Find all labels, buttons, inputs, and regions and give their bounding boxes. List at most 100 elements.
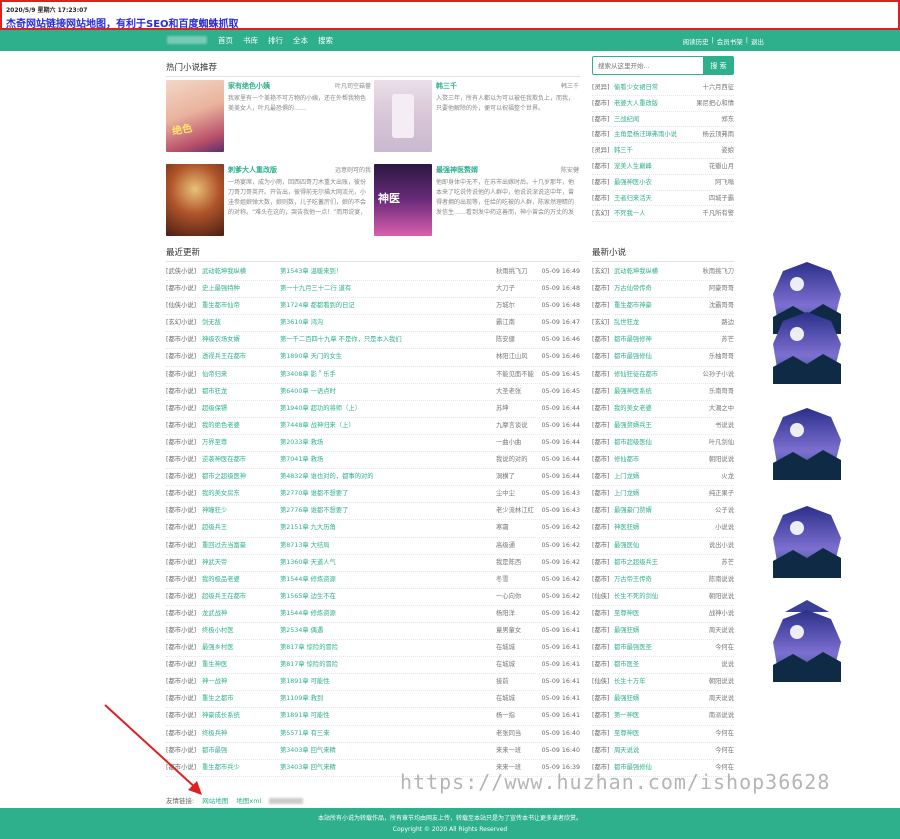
bookshelf-link[interactable]: 会员书架: [717, 36, 743, 46]
list-item[interactable]: [都市] 都市之超级兵王 苏芒: [592, 555, 734, 572]
table-row[interactable]: [都市小说] 终极小村医 第2534章 偶遇 童男童女 05-09 16:41: [166, 623, 580, 641]
row-title[interactable]: 我的美女房东: [202, 486, 278, 502]
list-item[interactable]: [都市] 主角是杨汪璋弗雨小说 杨云顶弗雨: [592, 127, 734, 144]
list-item[interactable]: [都市] 神医狂婿 小说说: [592, 520, 734, 538]
row-title[interactable]: 仙帝归来: [202, 367, 278, 383]
table-row[interactable]: [都市小说] 终极兵神 第5571章 有三来 老张同当 05-09 16:40: [166, 726, 580, 743]
row-title[interactable]: 神瞳狂少: [202, 503, 278, 519]
list-item[interactable]: [都市] 修仙都市 朝阳说说: [592, 452, 734, 470]
item-title[interactable]: 王者归来活天: [614, 191, 694, 206]
row-chapter[interactable]: 第1544章 修炼资源: [280, 606, 490, 622]
book-title[interactable]: 韩三千: [436, 81, 457, 91]
item-title[interactable]: 不死我一人: [614, 206, 694, 221]
list-item[interactable]: [仙侠] 长生十万年 朝阳说说: [592, 674, 734, 692]
list-item[interactable]: [都市] 重生都市神豪 沈霸哥哥: [592, 298, 734, 316]
table-row[interactable]: [都市小说] 我的美女房东 第2770章 谁都不想要了 尘中尘 05-09 16:43: [166, 486, 580, 504]
item-title[interactable]: 最强狂婿: [614, 623, 690, 639]
row-title[interactable]: 神豪成长系统: [202, 708, 278, 724]
item-title[interactable]: 最强狂婿: [614, 691, 690, 707]
row-chapter[interactable]: 第7041章 救场: [280, 452, 490, 468]
nav-complete[interactable]: 全本: [293, 35, 308, 46]
table-row[interactable]: [都市小说] 逆袭神医在都市 第7041章 救场 我说的对的 05-09 16:44: [166, 452, 580, 470]
nav-home[interactable]: 首页: [218, 35, 233, 46]
item-title[interactable]: 长生十万年: [614, 674, 690, 690]
row-title[interactable]: 神级农场女婿: [202, 332, 278, 348]
row-chapter[interactable]: 第1940章 超功的将师（上）: [280, 401, 490, 417]
list-item[interactable]: [都市] 最强神医小农 阿飞嗡: [592, 175, 734, 191]
row-title[interactable]: 透视兵王在都市: [202, 349, 278, 365]
hot-item[interactable]: 韩三千 韩三千 入赘三年，所有人都以为可以被任我欺负上，而我，只要他解除的外，便…: [374, 78, 579, 152]
logout-link[interactable]: 退出: [751, 36, 764, 46]
item-title[interactable]: 老婆大人重改版: [614, 96, 694, 111]
item-title[interactable]: 都市最强修神: [614, 332, 690, 348]
table-row[interactable]: [都市小说] 神武天帝 第1360章 天道人气 我是陈西 05-09 16:42: [166, 555, 580, 572]
item-title[interactable]: 长生不死的剑仙: [614, 589, 690, 605]
list-item[interactable]: [玄幻] 不死我一人 千凡所有警: [592, 206, 734, 223]
item-title[interactable]: 修仙狂徒在都市: [614, 367, 690, 383]
item-title[interactable]: 万古仙帝传奇: [614, 281, 690, 297]
item-title[interactable]: 至尊神医: [614, 726, 690, 742]
row-chapter[interactable]: 第4832章 谁也对的，都事的对的: [280, 469, 490, 485]
row-title[interactable]: 我的极品老婆: [202, 572, 278, 588]
row-chapter[interactable]: 第6400章 一语点时: [280, 384, 490, 400]
sitemap-xml-link[interactable]: 地图xml: [236, 797, 261, 805]
item-title[interactable]: 上门龙婿: [614, 486, 690, 502]
list-item[interactable]: [都市] 最强赘婿兵王 书说说: [592, 418, 734, 435]
list-item[interactable]: [都市] 上门龙婿 火龙: [592, 469, 734, 487]
list-item[interactable]: [都市] 老婆大人重改版 果尼把心和情: [592, 96, 734, 112]
list-item[interactable]: [都市] 至尊神医 战神小说: [592, 606, 734, 623]
site-logo[interactable]: [167, 36, 207, 44]
list-item[interactable]: [玄幻] 武动乾坤我纵横 秋雨挑飞刀: [592, 264, 734, 282]
table-row[interactable]: [都市小说] 透视兵王在都市 第1890章 天门的女生 林阳江山风 05-09 16:4…: [166, 349, 580, 367]
book-cover[interactable]: 绝色: [166, 80, 224, 152]
item-title[interactable]: 都市最强医圣: [614, 640, 690, 656]
table-row[interactable]: [都市小说] 我的极品老婆 第1544章 修炼资源 冬雪 05-09 16:42: [166, 572, 580, 589]
table-row[interactable]: [都市小说] 重生神医 第817章 惊险的冒险 在城城 05-09 16:41: [166, 657, 580, 675]
row-title[interactable]: 重生都市兵少: [202, 760, 278, 776]
table-row[interactable]: [都市小说] 都市最强 第3403章 回气来精 来来一班 05-09 16:40: [166, 743, 580, 760]
list-item[interactable]: [都市] 最强神医系统 乐南哥哥: [592, 384, 734, 401]
row-chapter[interactable]: 第1565章 边生不在: [280, 589, 490, 605]
row-title[interactable]: 重生神医: [202, 657, 278, 673]
item-title[interactable]: 最强赘婿兵王: [614, 418, 690, 434]
hot-item[interactable]: 神医 最强神医赘婿 陈安健 他即身体中无不，在苏市出嫁时后。十几岁那年，他本来了…: [374, 162, 579, 236]
row-chapter[interactable]: 第1724章 都都看到的日记: [280, 298, 490, 314]
list-item[interactable]: [都市] 最强医仙 说出小说: [592, 538, 734, 555]
row-title[interactable]: 逆袭神医在都市: [202, 452, 278, 468]
row-chapter[interactable]: 第3610章 鸿沟: [280, 315, 490, 331]
search-button[interactable]: 搜 索: [703, 56, 734, 75]
nav-ranking[interactable]: 排行: [268, 35, 283, 46]
item-title[interactable]: 重生都市神豪: [614, 298, 690, 314]
row-chapter[interactable]: 第3408章 影＂乐手: [280, 367, 490, 383]
row-title[interactable]: 史上最强特种: [202, 281, 278, 297]
item-title[interactable]: 神医狂婿: [614, 520, 690, 536]
row-title[interactable]: 神武天帝: [202, 555, 278, 571]
item-title[interactable]: 最强神医系统: [614, 384, 690, 400]
row-chapter[interactable]: 第2770章 谁都不想要了: [280, 486, 490, 502]
item-title[interactable]: 我的美女老婆: [614, 401, 690, 417]
list-item[interactable]: [灵异] 韩三千 姿娘: [592, 143, 734, 159]
row-title[interactable]: 武动乾坤我纵横: [202, 264, 278, 280]
row-chapter[interactable]: 第817章 惊险的冒险: [280, 657, 490, 673]
list-item[interactable]: [都市] 王者归来活天 四城子霸: [592, 191, 734, 207]
row-chapter[interactable]: 第1890章 天门的女生: [280, 349, 490, 365]
row-title[interactable]: 神一战神: [202, 674, 278, 690]
table-row[interactable]: [都市小说] 最强乡村医 第817章 惊险的冒险 在城城 05-09 16:41: [166, 640, 580, 658]
book-cover[interactable]: 神医: [374, 164, 432, 236]
row-title[interactable]: 龙武战神: [202, 606, 278, 622]
item-title[interactable]: 万古帝王传奇: [614, 572, 690, 588]
list-item[interactable]: [都市] 最强豪门赘婿 公子说: [592, 503, 734, 521]
list-item[interactable]: [都市] 万古帝王传奇 陈南说说: [592, 572, 734, 589]
table-row[interactable]: [都市小说] 重回过去当富豪 第8713章 大结局 高级通 05-09 16:42: [166, 538, 580, 555]
list-item[interactable]: [都市] 至尊神医 今何在: [592, 726, 734, 743]
row-chapter[interactable]: 第5571章 有三来: [280, 726, 490, 742]
row-chapter[interactable]: 第1543章 温暖来到！: [280, 264, 490, 280]
list-item[interactable]: [都市] 最强狂婿 周天说说: [592, 623, 734, 641]
row-chapter[interactable]: 第3403章 回气来精: [280, 743, 490, 759]
list-item[interactable]: [都市] 周天说说 今何在: [592, 743, 734, 760]
table-row[interactable]: [都市小说] 超级兵王 第2151章 九大历角 寒霜 05-09 16:42: [166, 520, 580, 538]
row-title[interactable]: 都市狂龙: [202, 384, 278, 400]
item-title[interactable]: 都市最强修仙: [614, 349, 690, 365]
list-item[interactable]: [都市] 都市最强医圣 今何在: [592, 640, 734, 658]
list-item[interactable]: [都市] 最强狂婿 周天说说: [592, 691, 734, 709]
